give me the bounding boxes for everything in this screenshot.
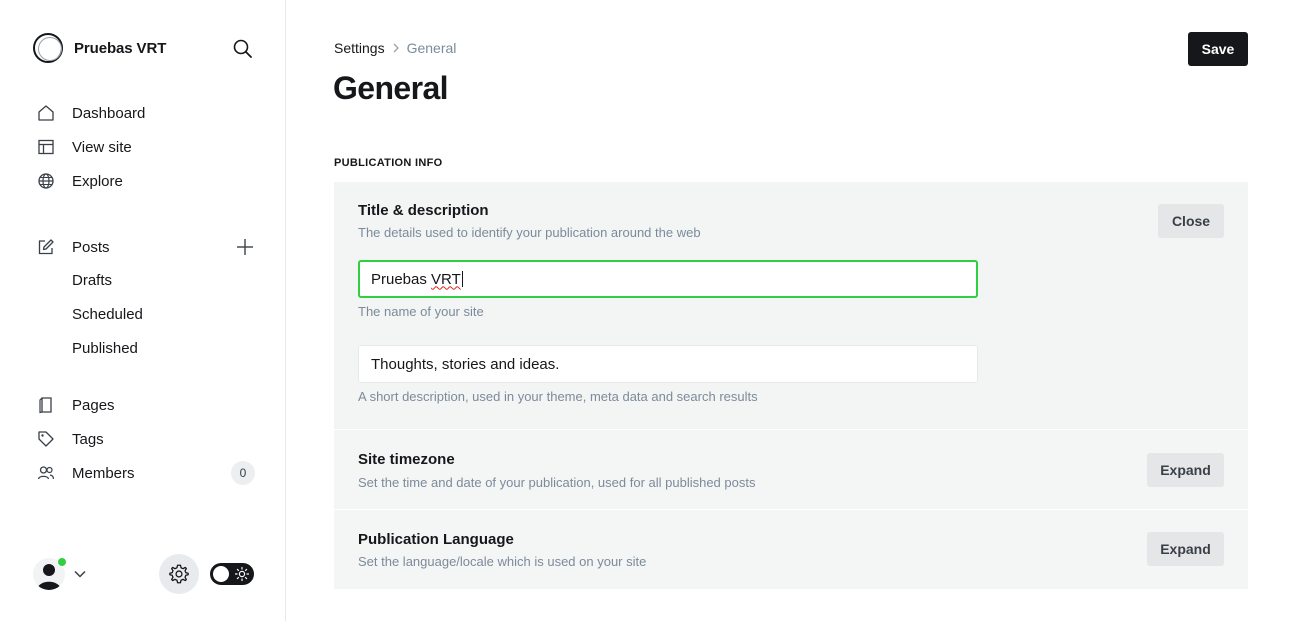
site-description-input[interactable]: Thoughts, stories and ideas. (358, 345, 978, 383)
sidebar-item-scheduled[interactable]: Scheduled (72, 305, 143, 325)
panel-title: Title & description (358, 202, 489, 219)
members-count-badge: 0 (231, 461, 255, 485)
sun-icon (234, 566, 250, 582)
site-logo-icon (33, 33, 63, 63)
toggle-knob (213, 566, 229, 582)
nav-item-explore[interactable]: Explore (36, 169, 123, 193)
site-timezone-panel: Site timezone Set the time and date of y… (334, 430, 1248, 509)
site-title-input[interactable]: Pruebas VRT (358, 260, 978, 298)
search-icon[interactable] (232, 38, 254, 60)
site-name: Pruebas VRT (74, 39, 167, 57)
nav-item-view-site[interactable]: View site (36, 135, 132, 159)
dark-mode-toggle[interactable] (210, 563, 254, 585)
site-description-hint: A short description, used in your theme,… (358, 389, 758, 404)
panel-title: Publication Language (358, 531, 514, 548)
sidebar: Pruebas VRT Dashboard View site Explore … (0, 0, 286, 621)
site-description-value: Thoughts, stories and ideas. (371, 355, 560, 373)
panel-title: Site timezone (358, 451, 455, 468)
expand-language-button[interactable]: Expand (1147, 532, 1224, 566)
new-post-plus-icon[interactable] (234, 236, 256, 258)
chevron-right-icon (392, 41, 400, 56)
nav-label: View site (72, 138, 132, 156)
nav-label: Members (72, 464, 135, 482)
chevron-down-icon[interactable] (73, 567, 87, 581)
nav-item-tags[interactable]: Tags (36, 427, 104, 451)
site-title-hint: The name of your site (358, 304, 484, 319)
tag-icon (36, 429, 56, 449)
nav-label: Pages (72, 396, 115, 414)
panel-description: Set the language/locale which is used on… (358, 554, 647, 569)
nav-label: Posts (72, 238, 110, 256)
gear-icon[interactable] (159, 554, 199, 594)
panel-description: The details used to identify your public… (358, 225, 701, 240)
page-title: General (333, 70, 449, 106)
breadcrumb-current: General (406, 40, 457, 56)
brand[interactable]: Pruebas VRT (33, 33, 166, 63)
publication-language-panel: Publication Language Set the language/lo… (334, 510, 1248, 589)
sidebar-item-drafts[interactable]: Drafts (72, 271, 112, 291)
nav-item-members[interactable]: Members (36, 461, 135, 485)
nav-label: Tags (72, 430, 104, 448)
section-label: PUBLICATION INFO (334, 157, 443, 169)
nav-label: Dashboard (72, 104, 146, 122)
layout-icon (36, 137, 56, 157)
expand-timezone-button[interactable]: Expand (1147, 453, 1224, 487)
breadcrumb: Settings General (334, 40, 456, 56)
save-button[interactable]: Save (1188, 32, 1248, 66)
page-icon (36, 395, 56, 415)
nav-item-dashboard[interactable]: Dashboard (36, 101, 145, 125)
members-icon (36, 463, 56, 483)
close-button[interactable]: Close (1158, 204, 1224, 238)
home-icon (36, 103, 56, 123)
online-status-dot (57, 557, 67, 567)
panel-description: Set the time and date of your publicatio… (358, 475, 756, 490)
edit-icon (36, 237, 56, 257)
site-title-value-misspelled: VRT (431, 270, 461, 288)
nav-label: Explore (72, 172, 123, 190)
nav-item-posts[interactable]: Posts (36, 235, 110, 259)
breadcrumb-settings-link[interactable]: Settings (334, 40, 385, 56)
site-title-value: Pruebas (371, 270, 432, 288)
sidebar-item-published[interactable]: Published (72, 339, 138, 359)
globe-icon (36, 171, 56, 191)
text-caret (461, 271, 463, 287)
nav-item-pages[interactable]: Pages (36, 393, 115, 417)
title-description-panel: Title & description The details used to … (334, 182, 1248, 429)
